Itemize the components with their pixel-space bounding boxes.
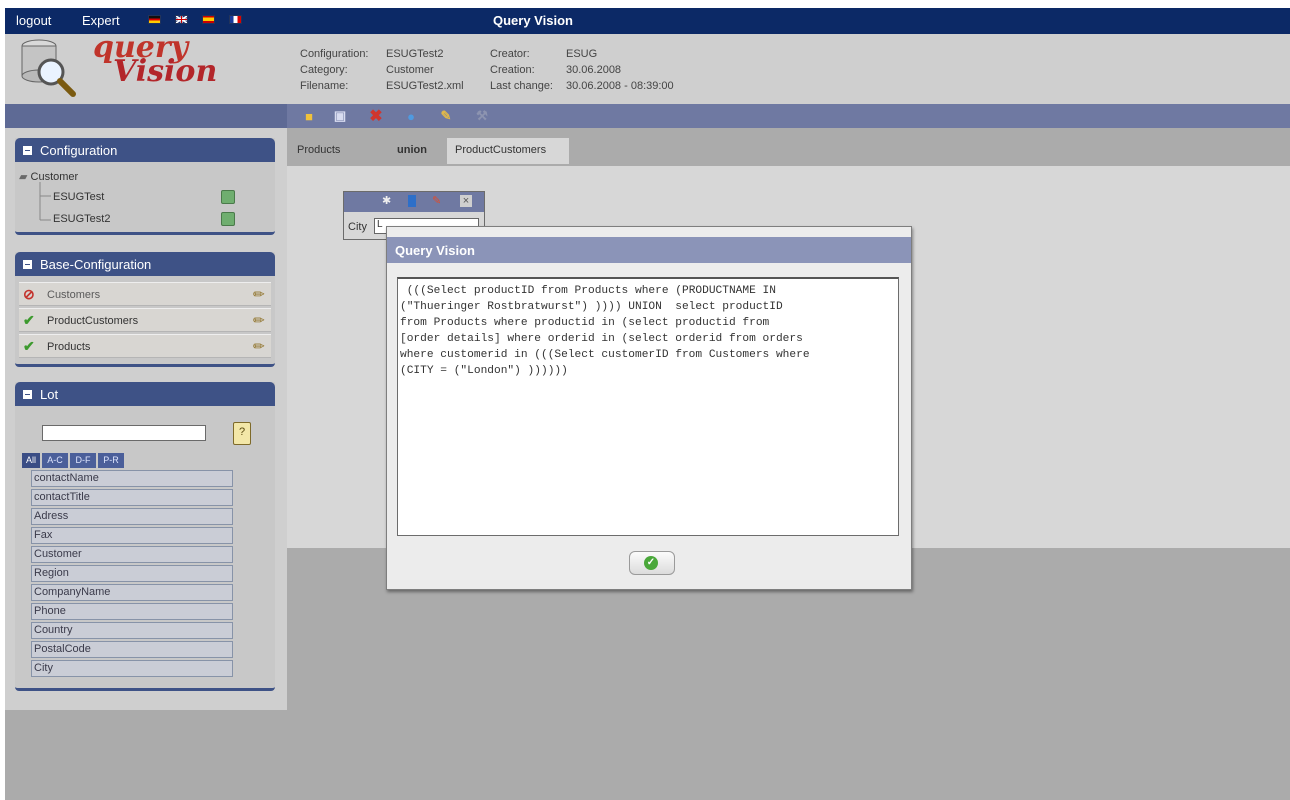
header: query Vision Configuration: ESUGTest2 Cat… <box>5 33 1290 104</box>
base-configuration-panel-header[interactable]: Base-Configuration <box>15 252 275 276</box>
help-icon[interactable]: ● <box>403 108 419 124</box>
lot-field-customer[interactable]: Customer <box>31 546 233 563</box>
base-configuration-panel-title: Base-Configuration <box>40 257 152 272</box>
lot-search-input[interactable] <box>42 425 206 441</box>
lot-field-phone[interactable]: Phone <box>31 603 233 620</box>
base-item-label: ProductCustomers <box>47 315 139 327</box>
edit-pencil-icon[interactable]: ✏ <box>253 338 267 354</box>
edit-pencil-icon[interactable]: ✏ <box>253 312 267 328</box>
database-magnifier-icon <box>21 39 76 97</box>
configuration-panel-header[interactable]: Configuration <box>15 138 275 162</box>
lot-field-country[interactable]: Country <box>31 622 233 639</box>
logo-text: query Vision <box>93 33 217 87</box>
tree-item-esugtest[interactable]: ESUGTest <box>53 191 104 203</box>
close-icon[interactable]: × <box>460 195 472 207</box>
filter-p-r[interactable]: P-R <box>98 453 124 468</box>
save-icon[interactable]: ▣ <box>332 108 348 124</box>
city-label: City <box>348 221 367 233</box>
configuration-panel-title: Configuration <box>40 143 118 158</box>
toolbar-left <box>5 104 287 128</box>
collapse-icon[interactable] <box>23 260 32 269</box>
tab-union[interactable]: union <box>397 138 437 164</box>
tools-icon[interactable]: ⚒ <box>474 108 490 124</box>
configuration-value: ESUGTest2 <box>386 48 444 60</box>
configuration-panel: Configuration ▰ Customer ESUGTest ESUGTe… <box>15 138 275 235</box>
open-icon[interactable]: ■ <box>301 108 317 124</box>
book-icon[interactable] <box>408 195 416 207</box>
dialog-title: Query Vision <box>387 237 911 263</box>
filter-a-c[interactable]: A-C <box>42 453 68 468</box>
app-frame: logout Expert Query Vision query Vision <box>5 8 1290 800</box>
lot-field-city[interactable]: City <box>31 660 233 677</box>
collapse-icon[interactable] <box>23 146 32 155</box>
tree-lines <box>39 182 51 221</box>
config-info-left: Configuration: ESUGTest2 Category: Custome… <box>300 46 464 94</box>
creator-label: Creator: <box>490 48 530 60</box>
base-item-productcustomers[interactable]: ✔ ProductCustomers ✏ <box>19 308 271 332</box>
filter-all[interactable]: All <box>22 453 40 468</box>
ok-button[interactable]: ✓ <box>629 551 675 575</box>
lastchange-label: Last change: <box>490 80 553 92</box>
logout-link[interactable]: logout <box>16 13 51 28</box>
lot-panel-header[interactable]: Lot <box>15 382 275 406</box>
folder-icon: ▰ <box>19 171 28 183</box>
creation-label: Creation: <box>490 64 535 76</box>
app-title: Query Vision <box>493 13 573 28</box>
base-item-label: Customers <box>47 289 101 301</box>
lot-field-companyname[interactable]: CompanyName <box>31 584 233 601</box>
category-value: Customer <box>386 64 434 76</box>
logo: query Vision <box>5 33 287 104</box>
wand-icon[interactable]: ✎ <box>438 108 454 124</box>
base-item-products[interactable]: ✔ Products ✏ <box>19 334 271 358</box>
query-dialog: Query Vision (((Select productID from Pr… <box>386 226 912 590</box>
lot-field-region[interactable]: Region <box>31 565 233 582</box>
lot-field-contactname[interactable]: contactName <box>31 470 233 487</box>
lot-field-postalcode[interactable]: PostalCode <box>31 641 233 658</box>
uk-flag-icon[interactable] <box>175 15 188 24</box>
de-flag-icon[interactable] <box>148 15 161 24</box>
base-item-label: Products <box>47 341 91 353</box>
expert-link[interactable]: Expert <box>82 13 120 28</box>
base-configuration-panel: Base-Configuration ⊘ Customers ✏ ✔ Produ… <box>15 252 275 367</box>
category-label: Category: <box>300 64 348 76</box>
widget-toolbar: ✱ ✎ × <box>344 192 484 212</box>
check-icon: ✔ <box>23 312 35 328</box>
collapse-icon[interactable] <box>23 390 32 399</box>
gear-icon[interactable]: ✱ <box>382 195 394 207</box>
fr-flag-icon[interactable] <box>229 15 242 24</box>
es-flag-icon[interactable] <box>202 15 215 24</box>
lot-panel-title: Lot <box>40 387 59 402</box>
tree-item-esugtest2[interactable]: ESUGTest2 <box>53 213 110 225</box>
filename-label: Filename: <box>300 80 349 92</box>
tab-productcustomers[interactable]: ProductCustomers <box>447 138 569 164</box>
load-config-icon[interactable] <box>221 212 235 226</box>
base-item-customers[interactable]: ⊘ Customers ✏ <box>19 282 271 306</box>
creator-value: ESUG <box>566 48 598 60</box>
configuration-label: Configuration: <box>300 48 369 60</box>
filter-d-f[interactable]: D-F <box>70 453 96 468</box>
lot-field-contacttitle[interactable]: contactTitle <box>31 489 233 506</box>
wrench-icon[interactable]: ✎ <box>432 195 444 207</box>
query-text[interactable]: (((Select productID from Products where … <box>397 277 899 536</box>
blocked-icon: ⊘ <box>23 286 35 302</box>
tree-root-label: Customer <box>30 171 79 183</box>
creation-value: 30.06.2008 <box>566 64 622 76</box>
lot-field-fax[interactable]: Fax <box>31 527 233 544</box>
tab-products[interactable]: Products <box>297 138 367 164</box>
lot-field-adress[interactable]: Adress <box>31 508 233 525</box>
delete-icon[interactable]: ✖ <box>368 108 384 125</box>
config-info-right: Creator: ESUG Creation: 30.06.2008 Last ch… <box>490 46 674 94</box>
lastchange-value: 30.06.2008 - 08:39:00 <box>566 80 674 92</box>
top-bar: logout Expert Query Vision <box>5 8 1290 34</box>
clipboard-icon[interactable]: ? <box>233 422 251 445</box>
check-icon: ✓ <box>644 556 658 570</box>
sidebar: Configuration ▰ Customer ESUGTest ESUGTe… <box>5 128 287 710</box>
edit-pencil-icon[interactable]: ✏ <box>253 286 267 302</box>
filename-value: ESUGTest2.xml <box>386 80 464 92</box>
check-icon: ✔ <box>23 338 35 354</box>
load-config-icon[interactable] <box>221 190 235 204</box>
